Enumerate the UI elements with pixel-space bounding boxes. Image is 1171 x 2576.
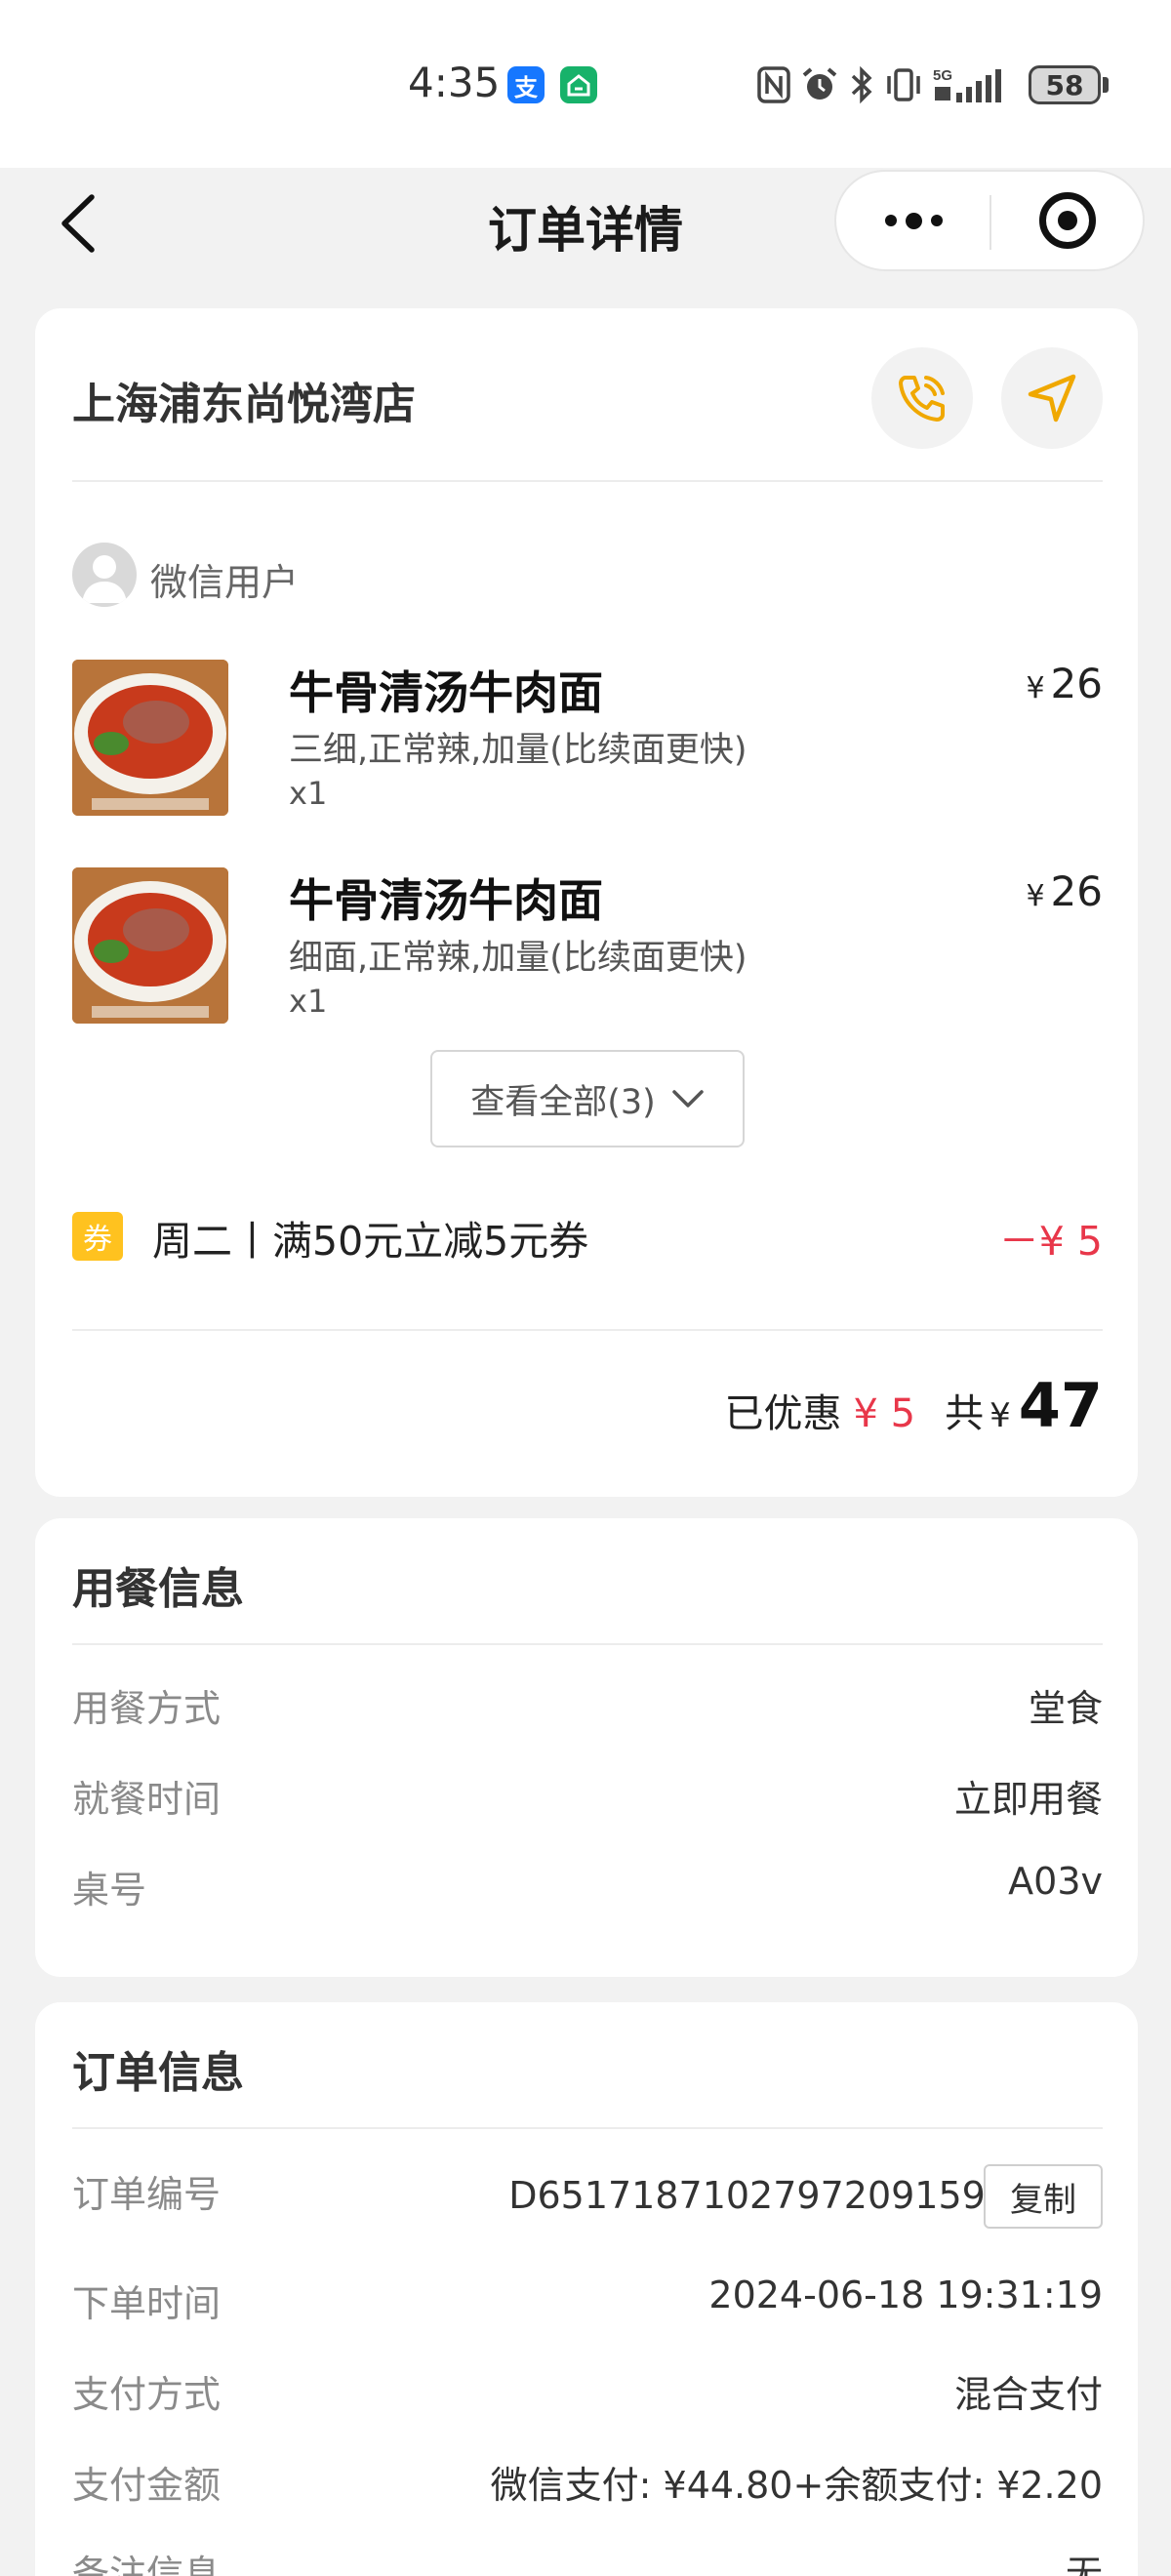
status-bar: 4:35 支 5G 58 (0, 0, 1171, 168)
table-number-label: 桌号 (72, 1869, 147, 1912)
coupon-icon: 券 (72, 1212, 123, 1261)
battery-cap (1103, 77, 1109, 93)
chevron-down-icon (672, 1090, 704, 1107)
chevron-left-icon (61, 194, 95, 253)
dining-time-label: 就餐时间 (72, 1778, 222, 1821)
svg-text:5G: 5G (933, 67, 952, 84)
more-dot-icon (930, 215, 943, 226)
navigation-arrow-icon (1028, 374, 1076, 423)
view-all-items-button[interactable]: 查看全部(3) (430, 1050, 745, 1147)
order-info-card: 订单信息 订单编号 D651718710279720915​93 复制 下单时间… (35, 2002, 1138, 2576)
battery-indicator: 58 (1029, 65, 1101, 104)
divider (72, 1643, 1103, 1645)
order-number-label: 订单编号 (72, 2173, 222, 2216)
nfc-icon (757, 66, 790, 103)
payment-amount-value: 微信支付: ¥44.80+余额支付: ¥2.20 (490, 2464, 1103, 2507)
dining-mode-value: 堂食 (1028, 1687, 1103, 1730)
status-icons: 5G (757, 64, 1005, 105)
target-circle-icon (1039, 192, 1096, 249)
section-title: 用餐信息 (72, 1564, 244, 1614)
order-time-value: 2024-06-18 19:31:19 (708, 2274, 1103, 2316)
avatar (72, 543, 137, 607)
dining-mode-label: 用餐方式 (72, 1687, 222, 1730)
order-item: 牛骨清汤牛肉面 三细,正常辣,加量(比续面更快) x1 ¥26 (72, 660, 1103, 816)
item-quantity: x1 (289, 983, 328, 1020)
order-number-value: D651718710279720915​93 (508, 2174, 1009, 2217)
item-name: 牛骨清汤牛肉面 (289, 666, 603, 719)
section-title: 订单信息 (72, 2048, 244, 2098)
divider (72, 480, 1103, 482)
item-price: ¥26 (1026, 867, 1103, 915)
coupon-text: 周二丨满50元立减5元券 (152, 1218, 589, 1265)
item-name: 牛骨清汤牛肉面 (289, 874, 603, 927)
payment-method-value: 混合支付 (953, 2373, 1103, 2416)
order-time-label: 下单时间 (72, 2282, 222, 2325)
item-spec: 细面,正常辣,加量(比续面更快) (289, 939, 747, 978)
payment-method-label: 支付方式 (72, 2373, 222, 2416)
bluetooth-icon (851, 65, 872, 104)
item-price: ¥26 (1026, 660, 1103, 707)
table-number-value: A03v (1008, 1860, 1103, 1903)
signal-icon: 5G (933, 67, 1001, 102)
mini-program-capsule (834, 170, 1145, 271)
alipay-notification-icon: 支 (507, 66, 545, 103)
phone-icon (899, 376, 945, 422)
total-amount: 47 (1018, 1370, 1103, 1441)
more-dot-icon (905, 212, 922, 229)
store-name: 上海浦东尚悦湾店 (72, 380, 416, 429)
dining-info-card: 用餐信息 用餐方式 堂食 就餐时间 立即用餐 桌号 A03v (35, 1518, 1138, 1977)
status-time: 4:35 (408, 59, 501, 106)
divider (72, 1329, 1103, 1331)
home-notification-icon (560, 66, 597, 103)
back-button[interactable] (55, 191, 103, 256)
discount-label: 已优惠 (724, 1391, 842, 1436)
order-items-card: 上海浦东尚悦湾店 微信用户 牛骨清汤牛肉面 三细,正常辣,加量(比续面更快) x… (35, 308, 1138, 1497)
dining-time-value: 立即用餐 (953, 1778, 1103, 1821)
user-name: 微信用户 (150, 561, 300, 604)
close-mini-program-button[interactable] (990, 172, 1145, 269)
total-label: 共 (945, 1391, 985, 1436)
order-item: 牛骨清汤牛肉面 细面,正常辣,加量(比续面更快) x1 ¥26 (72, 867, 1103, 1024)
order-summary: 已优惠 ¥ 5 共 ¥ 47 (724, 1370, 1103, 1441)
divider (72, 2127, 1103, 2129)
more-dot-icon (884, 215, 897, 226)
vibrate-icon (887, 68, 920, 101)
total-currency: ¥ (989, 1396, 1011, 1435)
more-menu-button[interactable] (836, 172, 990, 269)
payment-amount-label: 支付金额 (72, 2464, 222, 2507)
remark-label: 备注信息 (72, 2553, 222, 2576)
coupon-amount: －¥ 5 (998, 1218, 1103, 1265)
remark-value: 无 (1065, 2553, 1103, 2576)
copy-button[interactable]: 复制 (984, 2164, 1103, 2229)
call-store-button[interactable] (871, 347, 973, 449)
dish-image (72, 867, 228, 1024)
view-all-label: 查看全部(3) (470, 1082, 656, 1122)
discount-amount: ¥ 5 (853, 1391, 916, 1436)
item-quantity: x1 (289, 775, 328, 812)
navigate-store-button[interactable] (1001, 347, 1103, 449)
dish-image (72, 660, 228, 816)
item-spec: 三细,正常辣,加量(比续面更快) (289, 731, 747, 770)
alarm-icon (802, 67, 837, 100)
